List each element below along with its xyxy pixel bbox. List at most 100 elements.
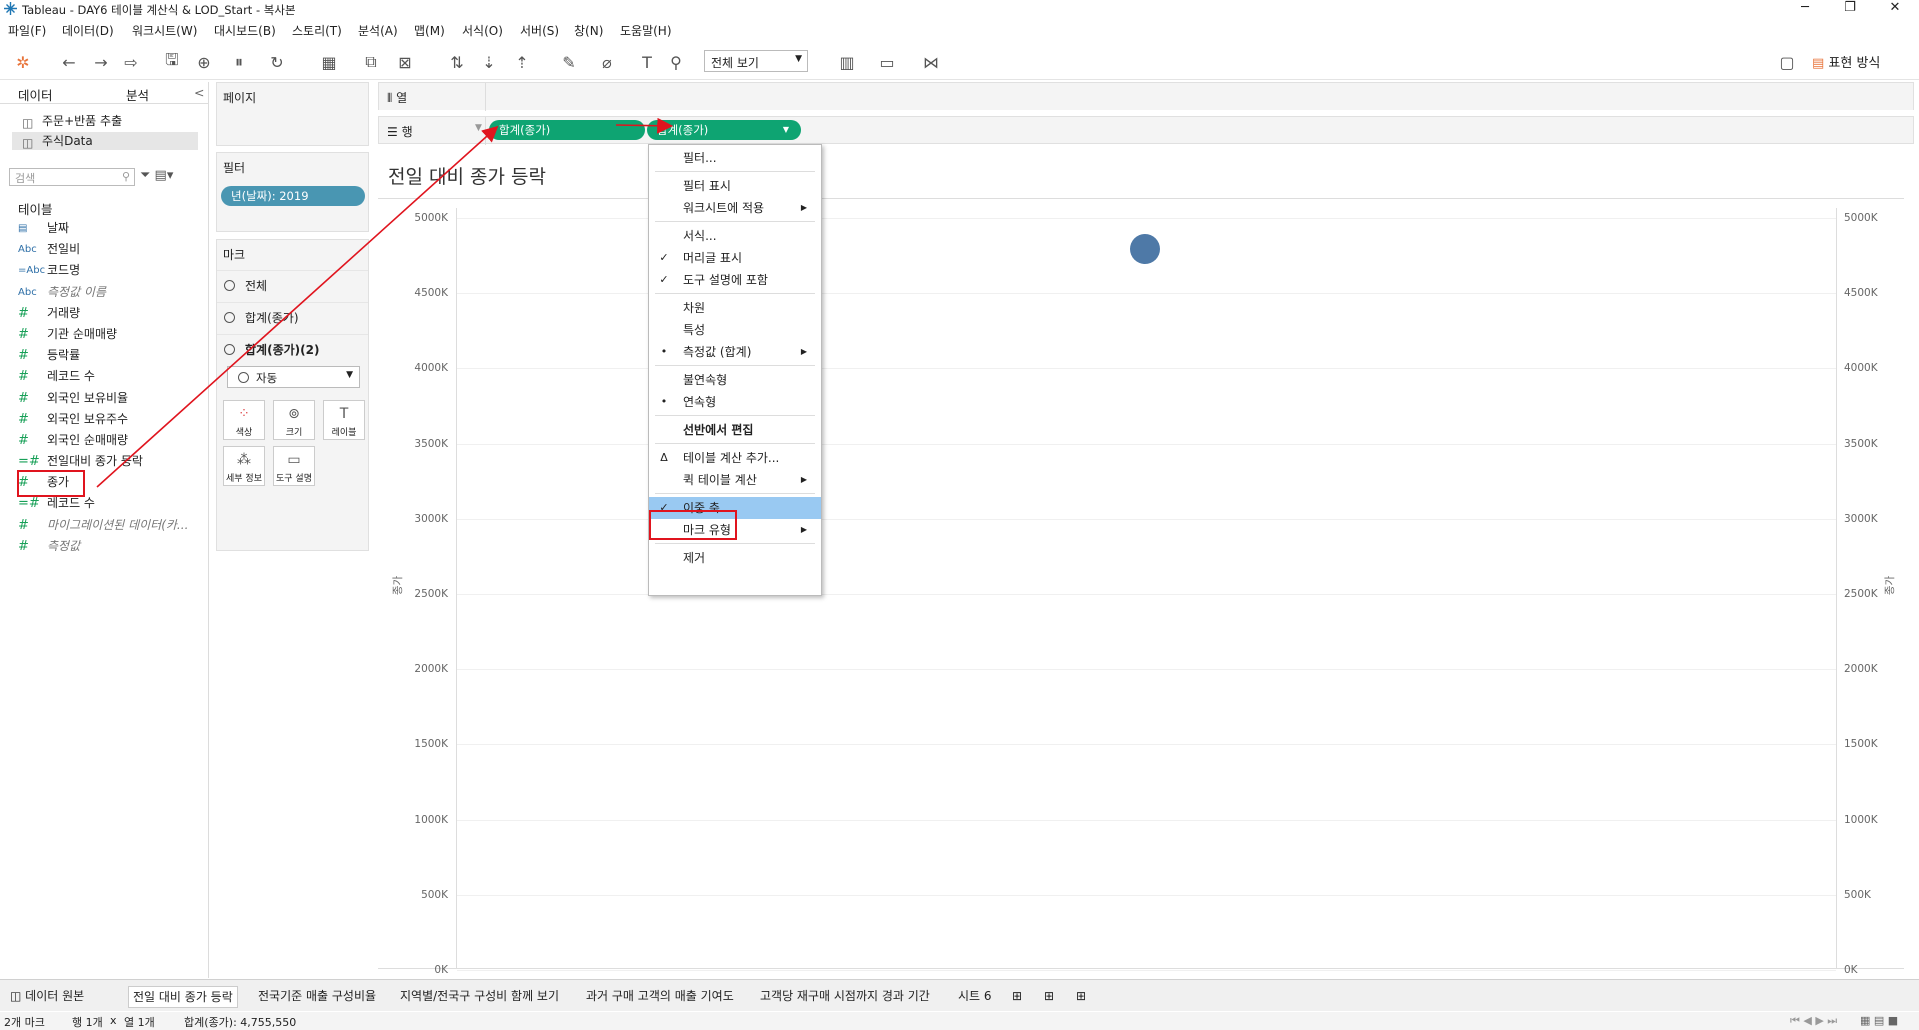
search-input[interactable]: 검색 ⚲	[9, 168, 135, 186]
context-menu-item[interactable]: 퀵 테이블 계산 ▶	[649, 469, 821, 491]
pause-updates-icon[interactable]: ⏸	[228, 51, 250, 73]
highlight-icon[interactable]: ✎	[558, 51, 580, 73]
field-item[interactable]: Abc 전일비	[0, 239, 209, 260]
tooltip-button[interactable]: ▭ 도구 설명	[273, 446, 315, 486]
tab-sheet[interactable]: 고객당 재구매 시점까지 경과 기간	[756, 986, 934, 1008]
field-item[interactable]: =Abc 코드명	[0, 260, 209, 281]
context-menu-item[interactable]: 필터...	[649, 147, 821, 169]
new-datasource-icon[interactable]: ⊕	[193, 51, 215, 73]
field-item[interactable]: Abc 측정값 이름	[0, 282, 209, 303]
view-options-icon[interactable]: ▤▾	[155, 168, 174, 183]
datasource-item[interactable]: ◫ 주문+반품 추출	[12, 112, 198, 130]
context-menu-item[interactable]: • 연속형	[649, 391, 821, 413]
save-icon[interactable]: 🖫	[161, 50, 183, 73]
label-button[interactable]: T 레이블	[323, 400, 365, 440]
close-icon[interactable]: ✕	[1875, 0, 1915, 18]
tableau-home-icon[interactable]: ✲	[12, 51, 34, 73]
duplicate-sheet-icon[interactable]: ⧉	[360, 51, 382, 73]
tab-sheet[interactable]: 전국기준 매출 구성비율	[254, 986, 380, 1008]
datasource-item-active[interactable]: ◫ 주식Data	[12, 132, 198, 150]
color-button[interactable]: ⁘ 색상	[223, 400, 265, 440]
context-menu-item[interactable]: ✓ 머리글 표시	[649, 247, 821, 269]
undo-icon[interactable]: ←	[58, 51, 80, 73]
nav-arrows-icon[interactable]: ⏮ ◀ ▶ ⏭	[1790, 1014, 1837, 1028]
presentation-icon[interactable]: ▭	[876, 51, 898, 73]
columns-shelf[interactable]: ⦀ 열	[378, 82, 1914, 111]
menu-data[interactable]: 데이터(D)	[62, 22, 114, 39]
tab-datasource[interactable]: ◫ 데이터 원본	[6, 986, 88, 1008]
marks-row-sum2[interactable]: 합계(종가)(2)	[217, 334, 368, 364]
filter-icon[interactable]: ⏷	[140, 168, 150, 183]
tab-sheet-active[interactable]: 전일 대비 종가 등락	[128, 986, 238, 1008]
menu-analysis[interactable]: 분석(A)	[358, 22, 398, 39]
menu-worksheet[interactable]: 워크시트(W)	[132, 22, 197, 39]
field-item[interactable]: # 레코드 수	[0, 366, 209, 387]
row-pill-sum-close-2[interactable]: 합계(종가) ▼	[647, 120, 801, 140]
menu-story[interactable]: 스토리(T)	[292, 22, 342, 39]
pages-card[interactable]: 페이지	[216, 82, 369, 146]
context-menu-item[interactable]: ✓ 도구 설명에 포함	[649, 269, 821, 291]
show-cards-icon[interactable]: ▥	[836, 51, 858, 73]
field-item[interactable]: ▤ 날짜	[0, 218, 209, 239]
size-button[interactable]: ⊚ 크기	[273, 400, 315, 440]
clear-sheet-icon[interactable]: ⊠	[394, 51, 416, 73]
field-item[interactable]: # 외국인 순매매량	[0, 430, 209, 451]
menu-map[interactable]: 맵(M)	[414, 22, 445, 39]
new-dashboard-icon[interactable]: ⊞	[1040, 986, 1058, 1008]
new-story-icon[interactable]: ⊞	[1072, 986, 1090, 1008]
context-menu-item[interactable]: 선반에서 편집	[649, 419, 821, 441]
marks-row-sum1[interactable]: 합계(종가)	[217, 302, 368, 332]
detail-button[interactable]: ⁂ 세부 정보	[223, 446, 265, 486]
menu-window[interactable]: 창(N)	[574, 22, 603, 39]
menu-dashboard[interactable]: 대시보드(B)	[214, 22, 276, 39]
context-menu-item[interactable]: Δ 테이블 계산 추가...	[649, 447, 821, 469]
show-me-button[interactable]: ▤ 표현 방식	[1812, 52, 1880, 71]
field-item[interactable]: # 기관 순매매량	[0, 324, 209, 345]
field-item[interactable]: # 마이그레이션된 데이터(카...	[0, 515, 209, 536]
refresh-icon[interactable]: ↻	[266, 51, 288, 73]
collapse-icon[interactable]: <	[194, 85, 204, 100]
mark-type-select[interactable]: 자동 ▼	[227, 366, 360, 388]
rows-shelf[interactable]: ☰ 행 ▼ 합계(종가) 합계(종가) ▼	[378, 116, 1914, 145]
filter-pill[interactable]: 년(날짜): 2019	[221, 186, 365, 206]
new-worksheet-icon[interactable]: ▦	[318, 51, 340, 73]
labels-icon[interactable]: T	[636, 51, 658, 73]
context-menu-item[interactable]: 서식...	[649, 225, 821, 247]
group-icon[interactable]: ⌀	[596, 51, 618, 73]
paint-icon[interactable]: ▢	[1776, 51, 1798, 73]
swap-icon[interactable]: ⇅	[446, 51, 468, 73]
share-icon[interactable]: ⋈	[920, 51, 942, 73]
sort-asc-icon[interactable]: ⇣	[478, 51, 500, 73]
context-menu-item[interactable]: 불연속형	[649, 369, 821, 391]
context-menu-item[interactable]: 특성	[649, 319, 821, 341]
context-menu-item[interactable]: 제거	[649, 547, 821, 569]
filters-card[interactable]: 필터 년(날짜): 2019	[216, 152, 369, 232]
menu-help[interactable]: 도움말(H)	[620, 22, 672, 39]
field-item[interactable]: # 측정값	[0, 536, 209, 557]
field-item[interactable]: # 외국인 보유비율	[0, 388, 209, 409]
field-item[interactable]: # 등락률	[0, 345, 209, 366]
menu-file[interactable]: 파일(F)	[8, 22, 46, 39]
new-worksheet-icon[interactable]: ⊞	[1008, 986, 1026, 1008]
row-pill-sum-close[interactable]: 합계(종가)	[489, 120, 645, 140]
replay-icon[interactable]: ⇨	[120, 51, 142, 73]
redo-icon[interactable]: →	[90, 51, 112, 73]
field-item[interactable]: # 외국인 보유주수	[0, 409, 209, 430]
view-mode-icon[interactable]: ▦ ▤ ■	[1860, 1014, 1898, 1027]
tab-sheet[interactable]: 지역별/전국구 구성비 함께 보기	[396, 986, 563, 1008]
context-menu-item[interactable]: 워크시트에 적용 ▶	[649, 197, 821, 219]
minimize-icon[interactable]: ─	[1785, 0, 1825, 18]
context-menu-item[interactable]: 차원	[649, 297, 821, 319]
context-menu-item[interactable]: 필터 표시	[649, 175, 821, 197]
tab-data[interactable]: 데이터	[18, 85, 53, 104]
tab-sheet[interactable]: 시트 6	[954, 986, 996, 1008]
restore-icon[interactable]: ❐	[1830, 0, 1870, 18]
menu-format[interactable]: 서식(O)	[462, 22, 503, 39]
data-mark-circle[interactable]	[1130, 234, 1160, 264]
menu-server[interactable]: 서버(S)	[520, 22, 559, 39]
tab-sheet[interactable]: 과거 구매 고객의 매출 기여도	[582, 986, 738, 1008]
fit-select[interactable]: 전체 보기 ▼	[704, 50, 808, 72]
field-item[interactable]: # 거래량	[0, 303, 209, 324]
marks-row-all[interactable]: 전체	[217, 270, 368, 300]
fix-axes-icon[interactable]: ⚲	[665, 51, 687, 73]
